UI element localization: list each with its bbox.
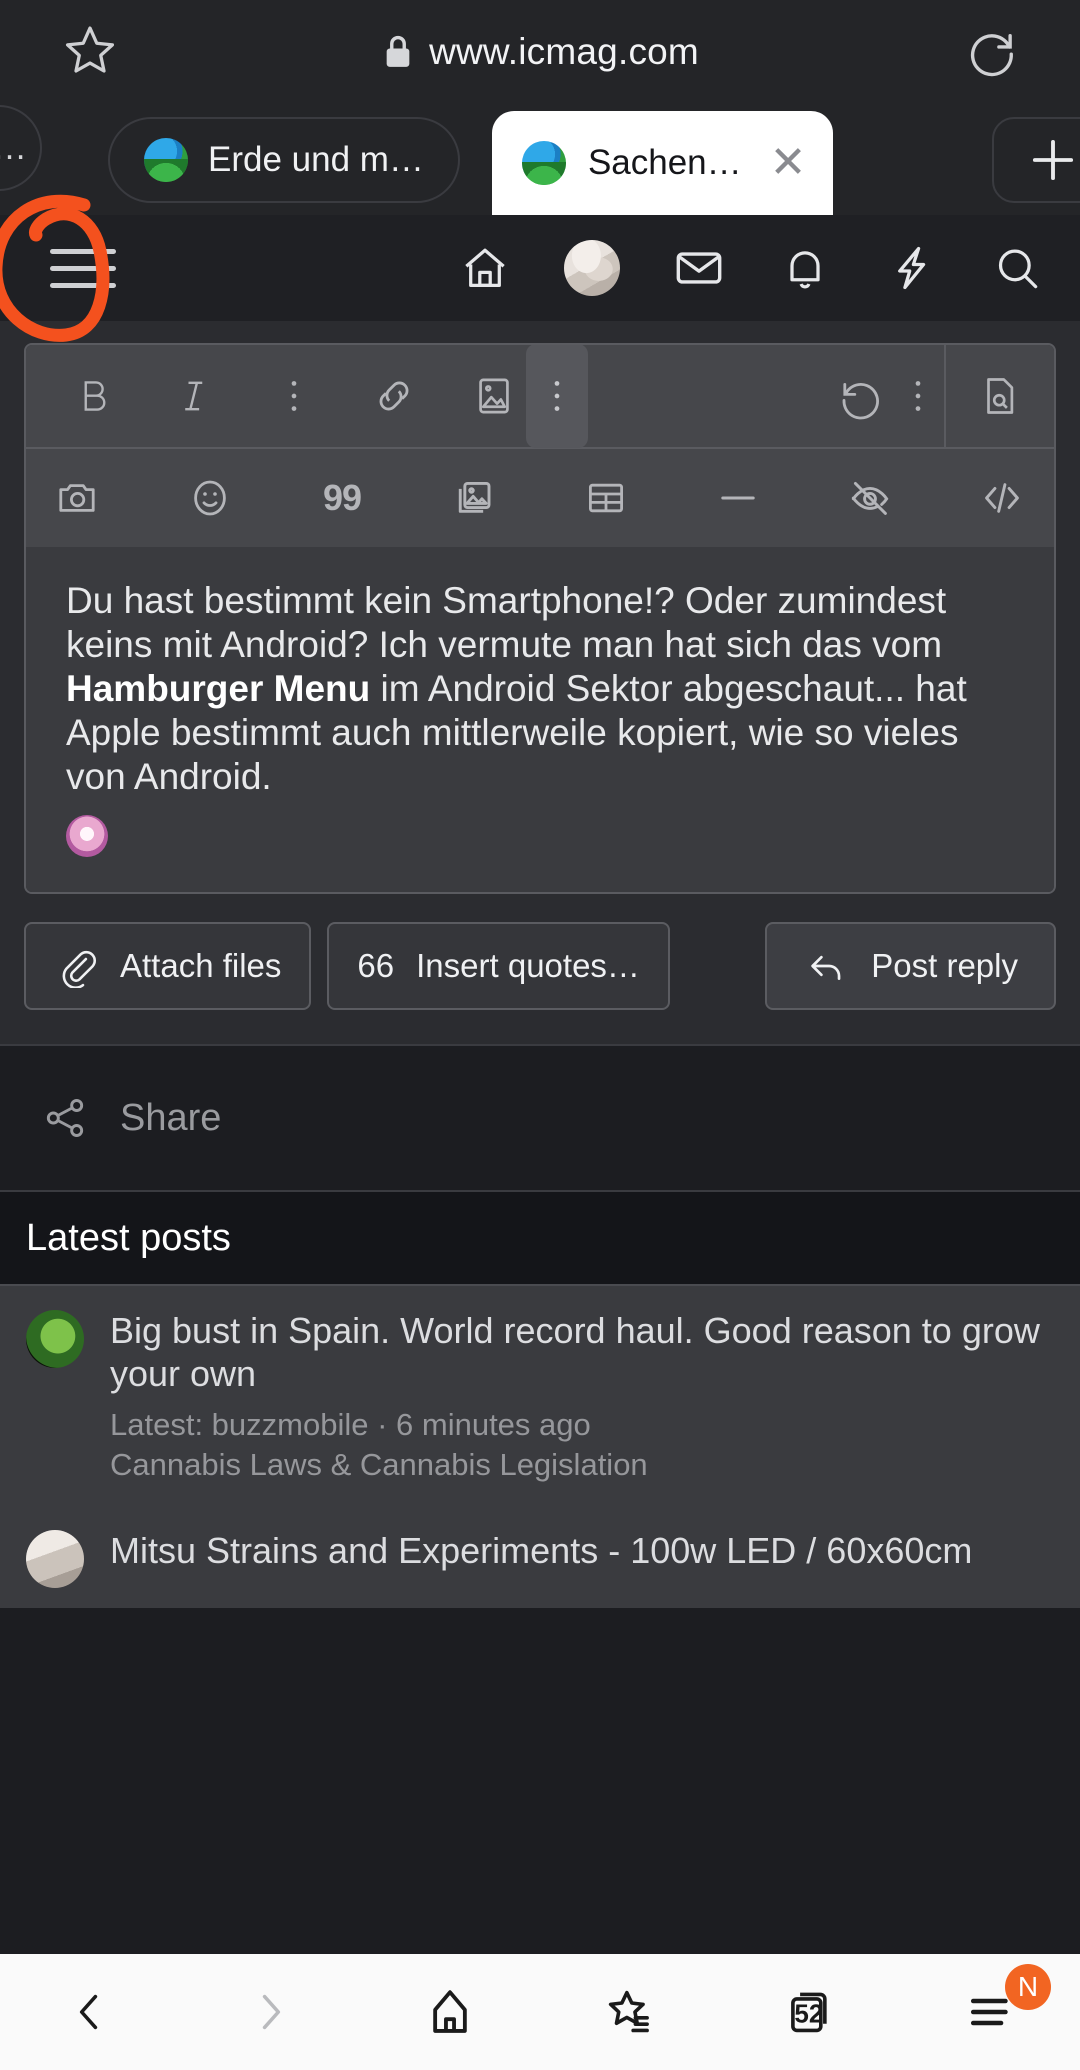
- browser-url-bar: www.icmag.com: [0, 0, 1080, 103]
- url-text[interactable]: www.icmag.com: [429, 31, 699, 73]
- attach-files-button[interactable]: Attach files: [24, 922, 312, 1011]
- latest-posts-list: Big bust in Spain. World record haul. Go…: [0, 1284, 1080, 1608]
- alerts-bell-icon[interactable]: [778, 241, 832, 295]
- post-reply-button[interactable]: Post reply: [765, 922, 1056, 1011]
- horizontal-rule-icon[interactable]: [706, 466, 770, 530]
- bold-icon[interactable]: [62, 364, 126, 428]
- attach-files-label: Attach files: [120, 947, 282, 985]
- post-text-bold: Hamburger Menu: [66, 668, 371, 710]
- insert-quotes-label: Insert quotes…: [416, 947, 640, 985]
- tab-label: Sachen…: [587, 143, 742, 182]
- quote-99-icon[interactable]: 99: [310, 466, 374, 530]
- home-icon[interactable]: [395, 1974, 505, 2050]
- tab-label: …: [0, 128, 27, 168]
- browser-bottom-nav: 52 N: [0, 1954, 1080, 2070]
- list-item[interactable]: Mitsu Strains and Experiments - 100w LED…: [0, 1506, 1080, 1608]
- page-body: 99 Du hast bestimmt kein Smartphone!? Od…: [0, 321, 1080, 1045]
- post-editor-wrapper: 99 Du hast bestimmt kein Smartphone!? Od…: [0, 321, 1080, 895]
- editor-toolbar-row-2: 99: [26, 449, 1054, 547]
- share-label: Share: [120, 1096, 222, 1139]
- menu-icon[interactable]: N: [935, 1964, 1051, 2050]
- home-icon[interactable]: [458, 241, 512, 295]
- search-icon[interactable]: [990, 241, 1044, 295]
- draft-preview-icon[interactable]: [946, 364, 1054, 428]
- italic-icon[interactable]: [162, 364, 226, 428]
- sparkle-face-emoji: [66, 815, 108, 858]
- emoji-smiley-icon[interactable]: [178, 466, 242, 530]
- browser-screen: www.icmag.com … Erde und m… Sachen… ✕: [0, 0, 1080, 2070]
- post-text: Du hast bestimmt kein Smartphone!? Oder …: [66, 579, 1014, 799]
- whats-new-lightning-icon[interactable]: [884, 241, 938, 295]
- camera-icon[interactable]: [46, 466, 110, 530]
- undo-overflow-kebab-icon[interactable]: [892, 364, 944, 428]
- table-icon[interactable]: [574, 466, 638, 530]
- tabs-icon[interactable]: 52: [755, 1974, 865, 2050]
- forward-icon: [215, 1974, 325, 2050]
- link-icon[interactable]: [362, 364, 426, 428]
- browser-tab-strip: … Erde und m… Sachen… ✕: [0, 103, 1080, 215]
- post-text-area[interactable]: Du hast bestimmt kein Smartphone!? Oder …: [26, 547, 1054, 893]
- latest-posts-title: Latest posts: [26, 1216, 231, 1259]
- post-reply-label: Post reply: [871, 947, 1018, 985]
- share-nodes-icon: [46, 1099, 84, 1138]
- list-item-meta: Latest: buzzmobile · 6 minutes ago: [110, 1407, 591, 1443]
- overflow-kebab-icon[interactable]: [526, 345, 588, 448]
- back-icon[interactable]: [35, 1974, 145, 2050]
- latest-posts-header: Latest posts: [0, 1190, 1080, 1285]
- list-item-title[interactable]: Mitsu Strains and Experiments - 100w LED…: [110, 1530, 972, 1572]
- avatar: [26, 1310, 84, 1369]
- lock-icon: [381, 32, 415, 72]
- editor-action-buttons: Attach files 66 Insert quotes… Post repl…: [0, 894, 1080, 1044]
- tab-label: Erde und m…: [208, 140, 424, 179]
- insert-quotes-button[interactable]: 66 Insert quotes…: [327, 922, 670, 1011]
- post-text-part1: Du hast bestimmt kein Smartphone!? Oder …: [66, 580, 947, 666]
- list-item[interactable]: Big bust in Spain. World record haul. Go…: [0, 1286, 1080, 1506]
- bookmark-star-icon[interactable]: [62, 22, 118, 78]
- undo-icon[interactable]: [828, 364, 892, 428]
- globe-plant-icon: [521, 141, 566, 185]
- share-bar[interactable]: Share: [0, 1044, 1080, 1191]
- editor-toolbar-row-1: [26, 345, 1054, 449]
- tab-count-label: 52: [794, 1998, 824, 2029]
- tab-erde-und-m[interactable]: Erde und m…: [108, 117, 460, 203]
- tab-sachen-active[interactable]: Sachen… ✕: [491, 111, 833, 215]
- new-tab-button[interactable]: [992, 117, 1080, 203]
- status-badge: N: [1005, 1964, 1051, 2010]
- forum-nav-icons: [458, 240, 1044, 296]
- hamburger-menu-icon[interactable]: [50, 248, 116, 288]
- tab-overflow-left[interactable]: …: [0, 105, 42, 191]
- more-options-icon[interactable]: [262, 364, 326, 428]
- reload-icon[interactable]: [964, 24, 1018, 78]
- quote-count: 66: [357, 947, 395, 985]
- insert-image-icon[interactable]: [462, 364, 526, 428]
- list-item-title[interactable]: Big bust in Spain. World record haul. Go…: [110, 1310, 1054, 1395]
- bookmarks-star-icon[interactable]: [575, 1974, 685, 2050]
- gallery-icon[interactable]: [442, 466, 506, 530]
- code-icon[interactable]: [970, 466, 1034, 530]
- user-avatar[interactable]: [564, 240, 620, 296]
- list-item-forum[interactable]: Cannabis Laws & Cannabis Legislation: [110, 1445, 1054, 1485]
- forum-header: [0, 194, 1080, 342]
- close-icon[interactable]: ✕: [770, 141, 807, 185]
- avatar: [26, 1529, 84, 1588]
- post-editor: 99 Du hast bestimmt kein Smartphone!? Od…: [24, 343, 1056, 895]
- globe-plant-icon: [144, 138, 188, 182]
- spoiler-eye-off-icon[interactable]: [838, 466, 902, 530]
- inbox-envelope-icon[interactable]: [672, 241, 726, 295]
